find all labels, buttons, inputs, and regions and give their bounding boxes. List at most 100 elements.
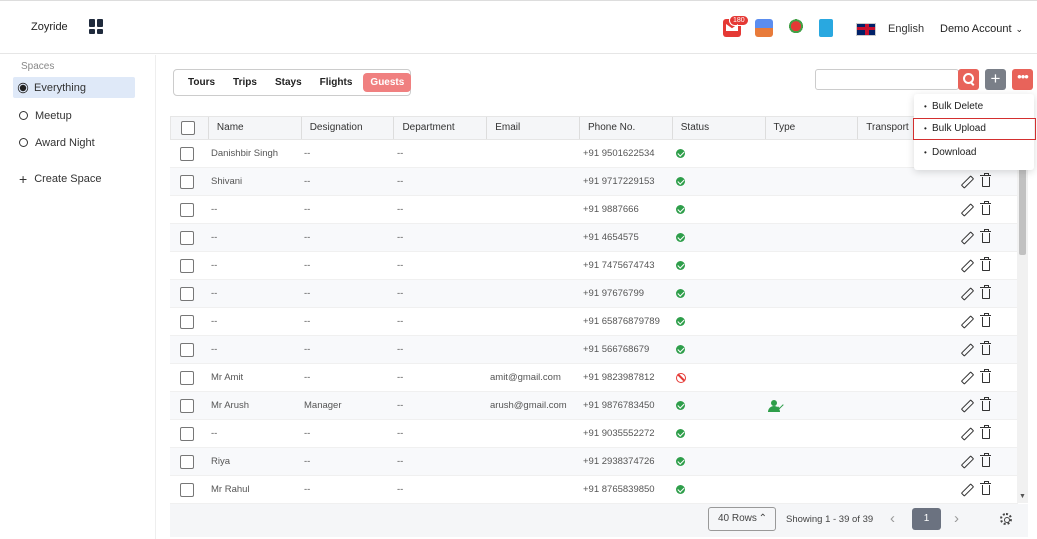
edit-pencil-icon[interactable] <box>961 400 972 411</box>
row-checkbox[interactable] <box>180 174 194 189</box>
select-all-checkbox[interactable] <box>181 121 195 135</box>
row-checkbox[interactable] <box>180 426 194 441</box>
search-input[interactable] <box>815 69 959 90</box>
table-row[interactable]: -- -- -- +91 4654575 <box>170 224 1018 252</box>
delete-trash-icon[interactable] <box>980 228 991 243</box>
row-checkbox[interactable] <box>180 202 194 217</box>
column-name[interactable]: Name <box>209 117 302 139</box>
delete-trash-icon[interactable] <box>980 256 991 271</box>
sidebar-item-everything[interactable]: Everything <box>13 77 135 98</box>
shop-icon[interactable] <box>755 19 773 37</box>
row-checkbox[interactable] <box>180 370 194 385</box>
row-checkbox[interactable] <box>180 146 194 161</box>
more-options-button[interactable]: ••• <box>1012 69 1033 90</box>
row-actions <box>961 452 991 467</box>
status-active-icon <box>676 345 685 354</box>
row-checkbox[interactable] <box>180 482 194 497</box>
sidebar-item-meetup[interactable]: Meetup <box>13 105 135 126</box>
delete-trash-icon[interactable] <box>980 480 991 495</box>
settings-icon[interactable] <box>1000 513 1012 525</box>
rows-per-page-select[interactable]: 40 Rows ⌃ <box>708 507 776 531</box>
menu-item-download[interactable]: Download <box>914 142 1034 164</box>
row-checkbox[interactable] <box>180 454 194 469</box>
row-checkbox[interactable] <box>180 258 194 273</box>
delete-trash-icon[interactable] <box>980 200 991 215</box>
delete-trash-icon[interactable] <box>980 452 991 467</box>
delete-trash-icon[interactable] <box>980 424 991 439</box>
cell-name: Shivani <box>211 176 243 187</box>
cell-name: -- <box>211 316 218 327</box>
edit-pencil-icon[interactable] <box>961 344 972 355</box>
mail-icon[interactable]: 180 <box>723 15 749 37</box>
status-active-icon <box>676 457 685 466</box>
next-page-button[interactable]: › <box>954 510 959 527</box>
table-row[interactable]: Shivani -- -- +91 9717229153 <box>170 168 1018 196</box>
column-designation[interactable]: Designation <box>302 117 395 139</box>
table-row[interactable]: -- -- -- +91 65876879789 <box>170 308 1018 336</box>
scroll-thumb[interactable] <box>1019 155 1026 255</box>
table-row[interactable]: Mr Rahul -- -- +91 8765839850 <box>170 476 1018 504</box>
row-checkbox[interactable] <box>180 398 194 413</box>
table-scrollbar[interactable]: ▼ <box>1017 141 1028 503</box>
table-row[interactable]: Mr Amit -- -- amit@gmail.com +91 9823987812 <box>170 364 1018 392</box>
delete-trash-icon[interactable] <box>980 368 991 383</box>
dashboard-grid-icon[interactable] <box>89 19 104 34</box>
delete-trash-icon[interactable] <box>980 172 991 187</box>
column-phone[interactable]: Phone No. <box>580 117 673 139</box>
row-checkbox[interactable] <box>180 342 194 357</box>
edit-pencil-icon[interactable] <box>961 456 972 467</box>
book-icon[interactable] <box>819 19 833 37</box>
add-button[interactable]: + <box>985 69 1006 90</box>
tab-stays[interactable]: Stays <box>268 73 309 92</box>
delete-trash-icon[interactable] <box>980 312 991 327</box>
table-row[interactable]: -- -- -- +91 9035552272 <box>170 420 1018 448</box>
column-department[interactable]: Department <box>394 117 488 139</box>
tab-flights[interactable]: Flights <box>313 73 360 92</box>
edit-pencil-icon[interactable] <box>961 288 972 299</box>
menu-item-bulk-upload[interactable]: Bulk Upload <box>913 118 1036 140</box>
current-page-button[interactable]: 1 <box>912 508 941 530</box>
search-button[interactable] <box>958 69 979 90</box>
delete-trash-icon[interactable] <box>980 396 991 411</box>
brand-name[interactable]: Zoyride <box>31 21 68 33</box>
row-checkbox[interactable] <box>180 230 194 245</box>
edit-pencil-icon[interactable] <box>961 204 972 215</box>
map-pin-icon[interactable] <box>787 19 805 37</box>
table-row[interactable]: Mr Arush Manager -- arush@gmail.com +91 9876… <box>170 392 1018 420</box>
scroll-down-arrow[interactable]: ▼ <box>1019 493 1026 500</box>
row-checkbox[interactable] <box>180 314 194 329</box>
row-checkbox[interactable] <box>180 286 194 301</box>
previous-page-button[interactable]: ‹ <box>890 510 895 527</box>
column-status[interactable]: Status <box>673 117 766 139</box>
edit-pencil-icon[interactable] <box>961 260 972 271</box>
table-row[interactable]: -- -- -- +91 9887666 <box>170 196 1018 224</box>
table-row[interactable]: -- -- -- +91 7475674743 <box>170 252 1018 280</box>
tab-tours[interactable]: Tours <box>181 73 222 92</box>
cell-phone: +91 8765839850 <box>583 484 655 495</box>
edit-pencil-icon[interactable] <box>961 316 972 327</box>
delete-trash-icon[interactable] <box>980 340 991 355</box>
edit-pencil-icon[interactable] <box>961 484 972 495</box>
language-selector[interactable]: English <box>888 23 924 35</box>
menu-item-bulk-delete[interactable]: Bulk Delete <box>914 96 1034 118</box>
edit-pencil-icon[interactable] <box>961 372 972 383</box>
cell-phone: +91 65876879789 <box>583 316 660 327</box>
column-type[interactable]: Type <box>766 117 859 139</box>
gear-icon <box>19 84 27 91</box>
edit-pencil-icon[interactable] <box>961 428 972 439</box>
tab-guests[interactable]: Guests <box>363 73 412 92</box>
delete-trash-icon[interactable] <box>980 284 991 299</box>
edit-pencil-icon[interactable] <box>961 176 972 187</box>
uk-flag-icon[interactable] <box>856 23 876 36</box>
tab-trips[interactable]: Trips <box>226 73 264 92</box>
edit-pencil-icon[interactable] <box>961 232 972 243</box>
table-row[interactable]: Riya -- -- +91 2938374726 <box>170 448 1018 476</box>
account-menu[interactable]: Demo Account ⌄ <box>940 23 1023 35</box>
column-email[interactable]: Email <box>487 117 580 139</box>
cell-phone: +91 9876783450 <box>583 400 655 411</box>
table-row[interactable]: -- -- -- +91 566768679 <box>170 336 1018 364</box>
sidebar-item-award-night[interactable]: Award Night <box>13 132 135 153</box>
table-row[interactable]: -- -- -- +91 97676799 <box>170 280 1018 308</box>
table-row[interactable]: Danishbir Singh -- -- +91 9501622534 <box>170 140 1018 168</box>
create-space-button[interactable]: + Create Space <box>13 168 135 189</box>
